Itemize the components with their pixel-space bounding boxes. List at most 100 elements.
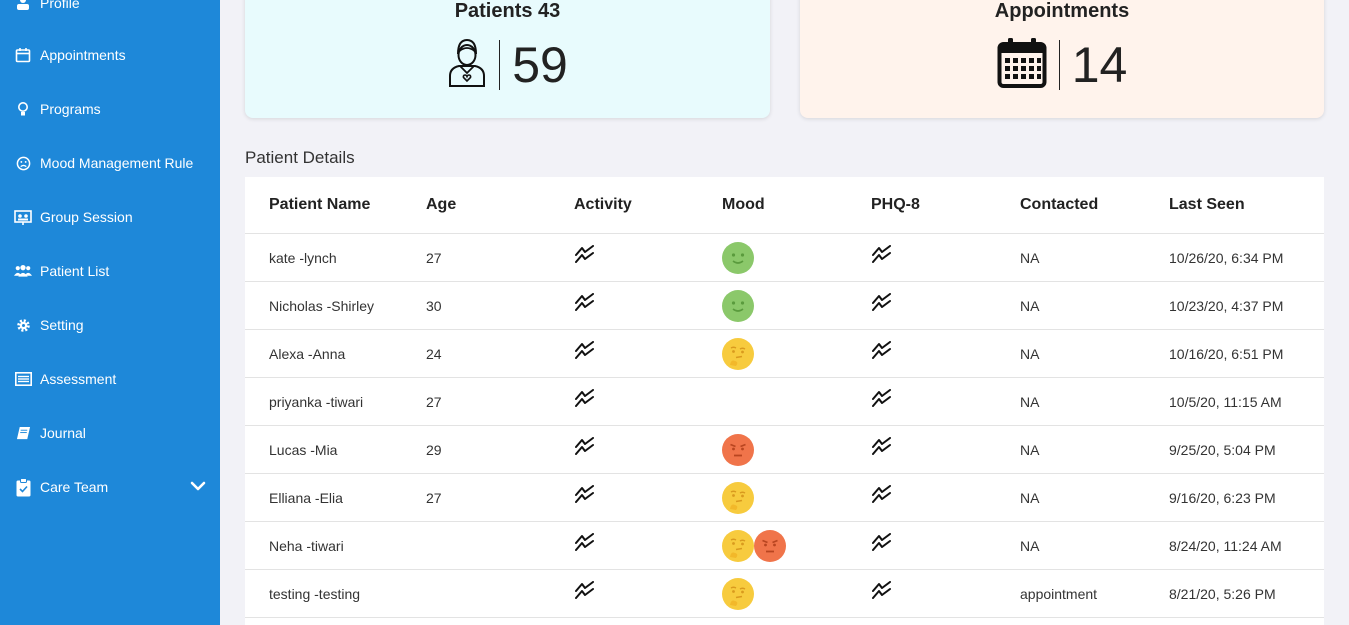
age-cell: 29 [426,442,442,458]
table-header: Patient Name Age Activity Mood PHQ-8 Con… [245,177,1324,234]
patient-name-cell[interactable]: priyanka -tiwari [269,394,363,410]
column-header-age[interactable]: Age [426,196,456,214]
sidebar-item-label: Appointments [40,47,126,63]
table-row[interactable]: Neha -tiwari NA 8/24/20, 11:24 AM [245,522,1324,570]
patient-details-title: Patient Details [245,148,355,167]
sidebar-item-patient-list[interactable]: Patient List [0,251,220,291]
card-divider [499,40,501,90]
last-seen-cell: 10/26/20, 6:34 PM [1169,250,1284,266]
patients-card[interactable]: Patients 43 59 [245,0,770,118]
last-seen-cell: 9/16/20, 6:23 PM [1169,490,1276,506]
last-seen-cell: 10/5/20, 11:15 AM [1169,394,1282,410]
patient-icon [447,36,487,95]
phq8-trend-icon[interactable] [872,485,894,508]
chevron-down-icon[interactable] [190,478,206,496]
sidebar-item-assessment[interactable]: Assessment [0,359,220,399]
age-cell: 27 [426,394,442,410]
patient-name-cell[interactable]: Lucas -Mia [269,442,337,458]
mood-angry-icon [754,530,786,562]
sidebar-item-care-team[interactable]: Care Team [0,467,220,507]
column-header-last-seen[interactable]: Last Seen [1169,196,1245,214]
sidebar: Profile Appointments Programs Mood Manag… [0,0,220,625]
phq8-trend-icon[interactable] [872,437,894,460]
phq8-trend-icon[interactable] [872,581,894,604]
activity-trend-icon[interactable] [575,293,597,316]
age-cell: 27 [426,490,442,506]
last-seen-cell: 10/16/20, 6:51 PM [1169,346,1284,362]
table-row[interactable]: Lucas -Mia 29 NA 9/25/20, 5:04 PM [245,426,1324,474]
group-session-icon [14,208,32,226]
patient-details-table: Patient Name Age Activity Mood PHQ-8 Con… [245,177,1324,625]
column-header-patient-name[interactable]: Patient Name [269,196,370,214]
contacted-cell: NA [1020,394,1040,410]
column-header-phq8[interactable]: PHQ-8 [871,196,920,214]
age-cell: 24 [426,346,442,362]
patient-name-cell[interactable]: kate -lynch [269,250,337,266]
patient-name-cell[interactable]: Neha -tiwari [269,538,344,554]
table-row[interactable]: Nicholas -Shirley 30 NA 10/23/20, 4:37 PM [245,282,1324,330]
last-seen-cell: 10/23/20, 4:37 PM [1169,298,1284,314]
contacted-cell: NA [1020,442,1040,458]
age-cell: 27 [426,250,442,266]
sidebar-item-programs[interactable]: Programs [0,89,220,129]
activity-trend-icon[interactable] [575,533,597,556]
patient-name-cell[interactable]: Alexa -Anna [269,346,345,362]
phq8-trend-icon[interactable] [872,389,894,412]
activity-trend-icon[interactable] [575,437,597,460]
table-row[interactable]: testing -testing appointment 8/21/20, 5:26… [245,570,1324,618]
age-cell: 30 [426,298,442,314]
phq8-trend-icon[interactable] [872,245,894,268]
last-seen-cell: 8/24/20, 11:24 AM [1169,538,1282,554]
sidebar-item-appointments[interactable]: Appointments [0,35,220,75]
users-icon [14,262,32,280]
contacted-cell: NA [1020,250,1040,266]
clipboard-icon [14,477,32,496]
sidebar-item-label: Mood Management Rule [40,155,194,171]
mood-thinking-icon [722,530,754,562]
sidebar-item-label: Journal [40,425,86,441]
patient-name-cell[interactable]: testing -testing [269,586,360,602]
profile-icon [14,0,32,12]
sidebar-item-label: Setting [40,317,84,333]
sidebar-item-setting[interactable]: Setting [0,305,220,345]
table-row[interactable]: kate -lynch 27 NA 10/26/20, 6:34 PM [245,234,1324,282]
activity-trend-icon[interactable] [575,389,597,412]
book-icon [14,424,32,442]
calendar-icon [997,37,1047,94]
column-header-activity[interactable]: Activity [574,196,632,214]
table-row[interactable]: Elliana -Elia 27 NA 9/16/20, 6:23 PM [245,474,1324,522]
sidebar-item-journal[interactable]: Journal [0,413,220,453]
mood-thinking-icon [722,338,754,370]
phq8-trend-icon[interactable] [872,293,894,316]
activity-trend-icon[interactable] [575,245,597,268]
patient-name-cell[interactable]: Elliana -Elia [269,490,343,506]
activity-trend-icon[interactable] [575,485,597,508]
sidebar-item-profile[interactable]: Profile [0,0,220,23]
appointments-count: 14 [1071,37,1128,93]
column-header-mood[interactable]: Mood [722,196,765,214]
patient-name-cell[interactable]: Nicholas -Shirley [269,298,374,314]
sidebar-item-mood-management-rule[interactable]: Mood Management Rule [0,143,220,183]
column-header-contacted[interactable]: Contacted [1020,196,1098,214]
appointments-card-title: Appointments [994,0,1130,22]
patients-count: 59 [512,37,568,93]
activity-trend-icon[interactable] [575,581,597,604]
contacted-cell: NA [1020,538,1040,554]
sidebar-item-label: Patient List [40,263,110,279]
mood-happy-icon [722,242,754,274]
sidebar-item-group-session[interactable]: Group Session [0,197,220,237]
lightbulb-icon [14,100,32,118]
mood-angry-icon [722,434,754,466]
gear-icon [14,316,32,334]
last-seen-cell: 9/25/20, 5:04 PM [1169,442,1276,458]
appointments-card[interactable]: Appointments 14 [800,0,1324,118]
phq8-trend-icon[interactable] [872,533,894,556]
phq8-trend-icon[interactable] [872,341,894,364]
sidebar-item-label: Profile [40,0,80,11]
mood-thinking-icon [722,482,754,514]
table-row[interactable]: priyanka -tiwari 27 NA 10/5/20, 11:15 AM [245,378,1324,426]
sidebar-item-label: Care Team [40,479,109,495]
card-divider [1058,40,1060,90]
table-row[interactable]: Alexa -Anna 24 NA 10/16/20, 6:51 PM [245,330,1324,378]
activity-trend-icon[interactable] [575,341,597,364]
